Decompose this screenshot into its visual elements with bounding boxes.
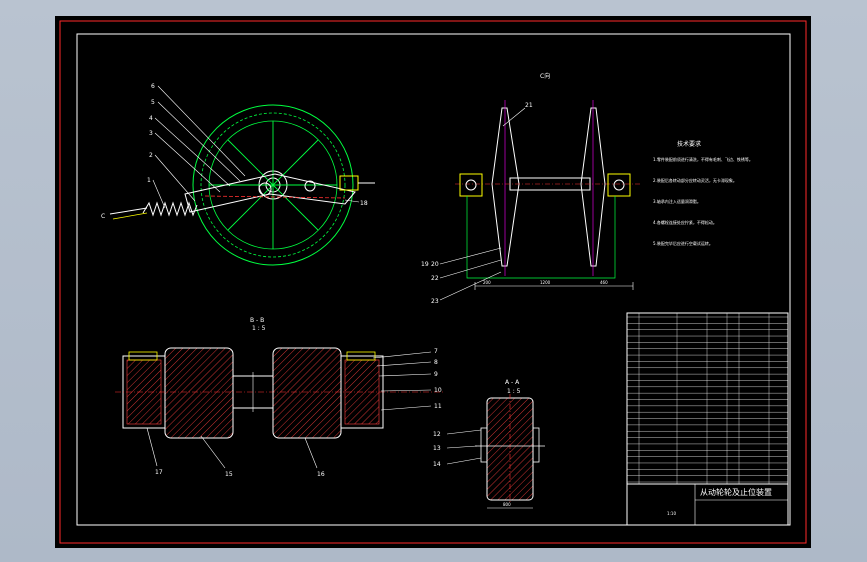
section-bb-label: B - B — [250, 317, 264, 324]
balloon-2: 2 — [149, 152, 153, 159]
balloon-5: 5 — [151, 99, 155, 106]
dim-aa-width: 800 — [503, 502, 511, 507]
top-view-label: C向 — [540, 72, 550, 80]
balloon-4: 4 — [149, 115, 153, 122]
section-aa-label: A - A — [505, 379, 520, 386]
balloon-11: 11 — [434, 403, 442, 410]
dim-top-overall: 1200 — [540, 280, 551, 285]
cad-drawing: 6 5 4 3 2 1 18 C C向 200 1200 460 21 19 2… — [59, 20, 807, 544]
tech-requirements-title: 技术要求 — [677, 140, 701, 148]
balloon-16: 16 — [317, 471, 325, 478]
balloon-8: 8 — [434, 359, 438, 366]
balloon-6: 6 — [151, 83, 155, 90]
wheel-side-view: 6 5 4 3 2 1 18 C — [101, 83, 375, 266]
balloon-1: 1 — [147, 177, 151, 184]
balloon-9: 9 — [434, 371, 438, 378]
balloon-12: 12 — [433, 431, 441, 438]
balloon-23: 23 — [431, 298, 439, 305]
view-arrow-c: C — [101, 213, 105, 220]
section-aa-scale: 1 : 5 — [507, 388, 521, 395]
tech-requirement-4: 4.各螺栓连接处应拧紧，不得松动。 — [653, 219, 717, 225]
balloon-15: 15 — [225, 471, 233, 478]
drawing-sheet: 6 5 4 3 2 1 18 C C向 200 1200 460 21 19 2… — [55, 16, 811, 548]
parts-list: 从动轮轮及止位装置 1:10 — [626, 312, 789, 526]
balloon-18: 18 — [360, 200, 368, 207]
section-bb-scale: 1 : 5 — [252, 325, 266, 332]
balloon-10: 10 — [434, 387, 442, 394]
tech-requirement-2: 2.装配后各转动部分应转动灵活，无卡滞现象。 — [653, 177, 737, 183]
tech-requirement-3: 3.轴承内注入适量润滑脂。 — [653, 198, 701, 204]
title-block-scale: 1:10 — [667, 511, 676, 516]
balloon-14: 14 — [433, 461, 441, 468]
dim-top-right: 460 — [600, 280, 608, 285]
balloon-17: 17 — [155, 469, 163, 476]
tech-requirement-5: 5.装配完毕后应进行空载试运转。 — [653, 240, 713, 246]
balloon-3: 3 — [149, 130, 153, 137]
section-aa: A - A 1 : 5 800 12 13 14 — [433, 379, 545, 509]
dim-top-left: 200 — [483, 280, 491, 285]
balloon-19: 19 — [421, 261, 429, 268]
balloon-13: 13 — [433, 445, 441, 452]
balloon-7: 7 — [434, 348, 438, 355]
balloon-20: 20 — [431, 261, 439, 268]
balloon-22: 22 — [431, 275, 439, 282]
tech-requirement-1: 1.零件装配前须进行清洗，不得有毛刺、飞边、铁锈等。 — [653, 156, 753, 162]
title-block-title: 从动轮轮及止位装置 — [700, 487, 772, 497]
top-view: C向 200 1200 460 21 19 20 22 23 — [421, 72, 640, 305]
technical-requirements: 技术要求 1.零件装配前须进行清洗，不得有毛刺、飞边、铁锈等。 2.装配后各转动… — [653, 140, 753, 246]
section-bb: B - B 1 : 5 7 8 9 10 11 17 15 16 — [115, 317, 445, 478]
balloon-21: 21 — [525, 102, 533, 109]
